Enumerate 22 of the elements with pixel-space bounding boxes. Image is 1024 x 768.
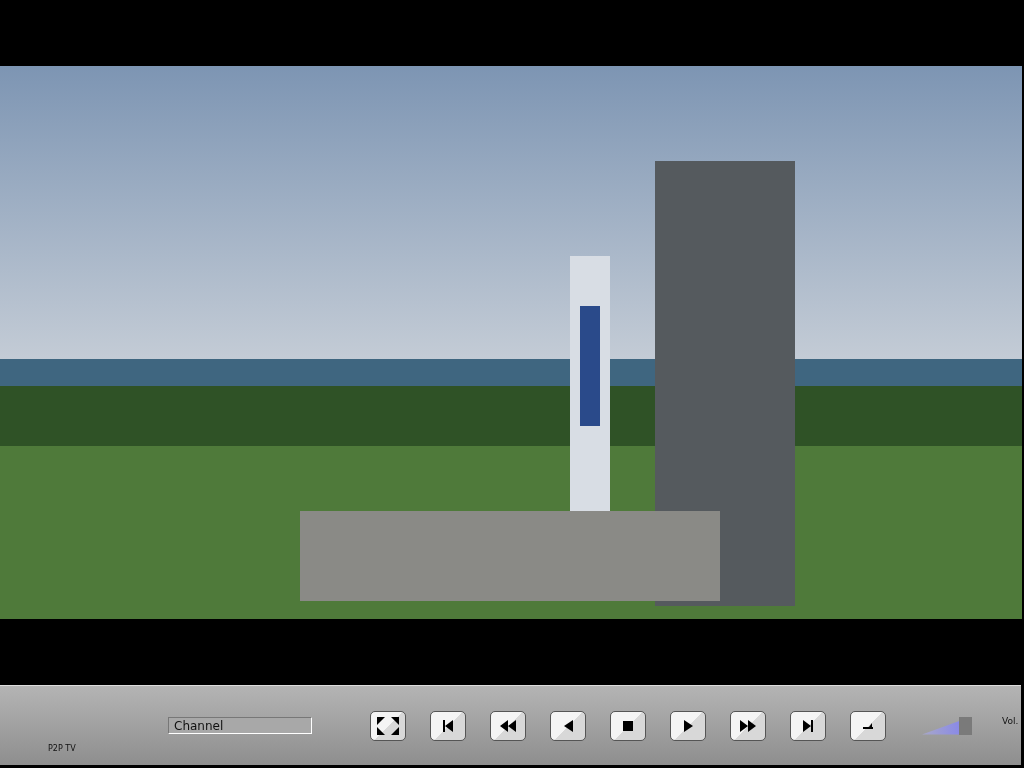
stop-icon: [623, 720, 633, 731]
fast-forward-button[interactable]: [730, 710, 766, 741]
step-back-icon: [563, 719, 573, 732]
channel-field[interactable]: Channel: [168, 717, 312, 734]
volume-label: Vol.: [1002, 716, 1019, 726]
volume-thumb[interactable]: [958, 716, 972, 735]
skip-back-button[interactable]: [430, 710, 466, 741]
fast-forward-icon: [740, 719, 756, 732]
skip-forward-button[interactable]: [790, 710, 826, 741]
play-button[interactable]: [670, 710, 706, 741]
rewind-button[interactable]: [490, 710, 526, 741]
skip-forward-icon: [803, 719, 813, 732]
play-icon: [683, 719, 693, 732]
eject-button[interactable]: [850, 710, 886, 741]
fullscreen-button[interactable]: [370, 710, 406, 741]
brand-label: P2P TV: [48, 744, 76, 753]
rewind-icon: [500, 719, 516, 732]
skip-back-icon: [443, 719, 453, 732]
fullscreen-icon: [377, 716, 399, 735]
stop-button[interactable]: [610, 710, 646, 741]
eject-icon: [863, 722, 873, 729]
step-back-button[interactable]: [550, 710, 586, 741]
